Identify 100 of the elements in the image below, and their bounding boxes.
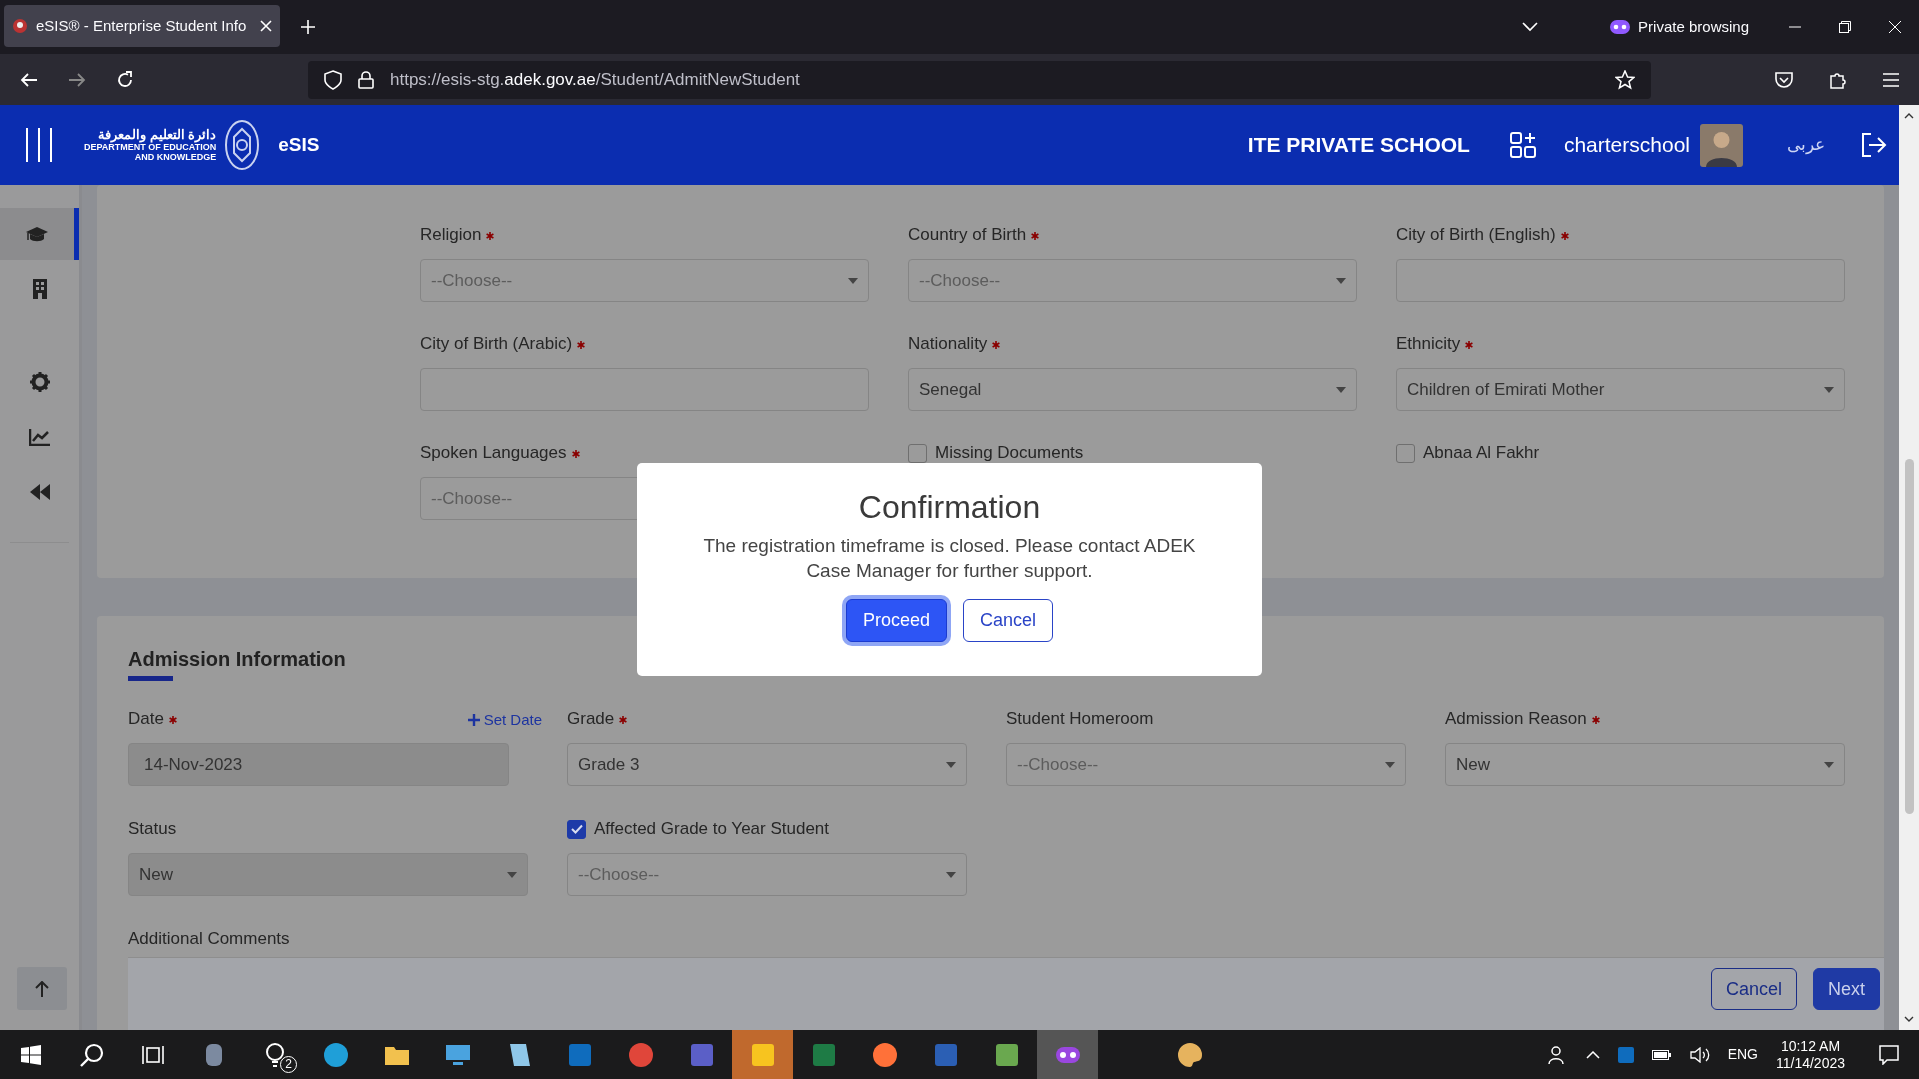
scroll-up-icon <box>1904 113 1914 119</box>
app-icon[interactable] <box>566 1041 593 1068</box>
field-label: Student Homeroom <box>1006 708 1155 730</box>
check-icon <box>570 824 583 834</box>
field-label: Status <box>128 818 178 840</box>
caret-icon <box>946 871 956 878</box>
field-label: Additional Comments <box>128 928 291 950</box>
select-field[interactable]: Children of Emirati Mother <box>1396 368 1845 411</box>
avatar[interactable] <box>1700 123 1743 167</box>
sidebar-item[interactable] <box>0 208 79 260</box>
close-icon[interactable] <box>1889 21 1901 33</box>
menu-icon[interactable] <box>24 128 54 162</box>
logo-text: DEPARTMENT OF EDUCATION <box>84 142 217 152</box>
scroll-down-icon <box>1904 1016 1914 1022</box>
star-icon[interactable] <box>1615 69 1635 90</box>
lock-icon <box>358 70 374 89</box>
school-name: ITE PRIVATE SCHOOL <box>1247 132 1470 159</box>
input-language[interactable]: ENG <box>1727 1044 1758 1065</box>
outlook-tray-icon[interactable] <box>1617 1046 1634 1063</box>
up-arrow-icon <box>35 980 49 997</box>
volume-icon[interactable] <box>1689 1046 1710 1063</box>
section-title: Admission Information <box>128 647 347 671</box>
cancel-button[interactable]: Cancel <box>963 599 1054 642</box>
reload-icon[interactable] <box>116 70 134 89</box>
address-field[interactable]: https://esis-stg.adek.gov.ae/Student/AdmitNewStudent <box>308 60 1651 99</box>
notifications-icon[interactable] <box>1879 1044 1899 1065</box>
field-label: Spoken Languages <box>420 441 869 465</box>
dialog-message: The registration timeframe is closed. Please contact ADEK Case Manager for further support. <box>702 534 1197 583</box>
palette-icon[interactable] <box>1176 1041 1203 1068</box>
checkbox-label: Affected Grade to Year Student <box>594 818 830 840</box>
mask-icon <box>1610 20 1631 34</box>
checkbox[interactable] <box>908 443 927 463</box>
line-chart-icon <box>28 428 51 446</box>
next-button[interactable]: Next <box>1813 968 1880 1010</box>
field-label: Admission Reason <box>1445 707 1845 731</box>
building-icon <box>30 279 49 299</box>
select-field[interactable]: Grade 3 <box>567 743 967 786</box>
app-icon[interactable] <box>688 1041 715 1068</box>
caret-icon <box>1336 386 1346 393</box>
select-field[interactable]: --Choose-- <box>1006 743 1406 786</box>
menu-icon[interactable] <box>1883 72 1899 87</box>
chevron-up-icon[interactable] <box>1585 1050 1600 1059</box>
scroll-top-button[interactable] <box>17 967 67 1010</box>
checkbox-label: Abnaa Al Fakhr <box>1423 442 1540 464</box>
caret-icon <box>1824 386 1834 393</box>
favicon-icon <box>12 18 28 34</box>
checkbox[interactable] <box>567 819 586 839</box>
notification-count: 2 <box>280 1056 297 1073</box>
app-icon[interactable] <box>993 1041 1020 1068</box>
cancel-button[interactable]: Cancel <box>1710 968 1797 1010</box>
restore-icon[interactable] <box>1839 21 1851 33</box>
logout-icon[interactable] <box>1861 133 1887 157</box>
logo-text: AND KNOWLEDGE <box>133 152 217 162</box>
caret-icon <box>1824 761 1834 768</box>
browser-tab[interactable]: eSIS® - Enterprise Student Info <box>4 5 280 47</box>
user-name[interactable]: charterschool <box>1563 129 1690 161</box>
select-field[interactable]: --Choose-- <box>908 259 1357 302</box>
app-icon[interactable] <box>871 1041 898 1068</box>
select-field[interactable]: New <box>1445 743 1845 786</box>
select-field[interactable]: --Choose-- <box>420 259 869 302</box>
url-text: https://esis-stg.adek.gov.ae/Student/AdmitNewStudent <box>390 68 801 91</box>
apps-icon[interactable] <box>1509 132 1536 158</box>
puzzle-icon[interactable] <box>1829 70 1847 89</box>
app-icon[interactable] <box>627 1041 654 1068</box>
battery-icon[interactable] <box>1651 1048 1672 1061</box>
forward-icon[interactable] <box>68 71 86 88</box>
logo-arabic-text: دائرة التعليم والمعرفة <box>97 128 217 142</box>
windows-logo-icon[interactable] <box>20 1044 41 1065</box>
caret-icon <box>946 761 956 768</box>
caret-icon <box>507 871 517 878</box>
pocket-icon[interactable] <box>1775 71 1793 88</box>
back-icon[interactable] <box>20 71 38 88</box>
new-tab-icon[interactable] <box>300 19 316 35</box>
field-label: Date <box>128 707 177 731</box>
scroll-thumb[interactable] <box>1904 459 1914 814</box>
close-icon[interactable] <box>260 20 272 32</box>
search-icon[interactable] <box>79 1042 104 1067</box>
task-view-icon[interactable] <box>141 1044 164 1065</box>
scrollbar[interactable] <box>1899 105 1919 1030</box>
select-field[interactable]: Senegal <box>908 368 1357 411</box>
app-name: eSIS <box>278 132 320 157</box>
field-label: Country of Birth <box>908 223 1357 247</box>
checkbox[interactable] <box>1396 443 1415 463</box>
chevron-down-icon[interactable] <box>1522 22 1539 32</box>
dialog-title: Confirmation <box>857 489 1042 525</box>
app-icon[interactable] <box>810 1041 837 1068</box>
app-icon[interactable] <box>322 1041 349 1068</box>
settings-icon <box>29 372 50 392</box>
rewind-icon <box>28 483 51 501</box>
checkbox-label: Missing Documents <box>935 442 1084 464</box>
caret-icon <box>1385 761 1395 768</box>
app-icon[interactable] <box>932 1041 959 1068</box>
language-link[interactable]: عربى <box>1787 132 1825 158</box>
field-label: Grade <box>567 707 967 731</box>
clock[interactable]: 10:12 AM 11/14/2023 <box>1775 1037 1845 1072</box>
field-label: City of Birth (Arabic) <box>420 332 869 356</box>
shield-icon <box>324 69 342 90</box>
field-label: Nationality <box>908 332 1357 356</box>
caret-icon <box>848 277 858 284</box>
select-field[interactable]: --Choose-- <box>567 853 967 896</box>
